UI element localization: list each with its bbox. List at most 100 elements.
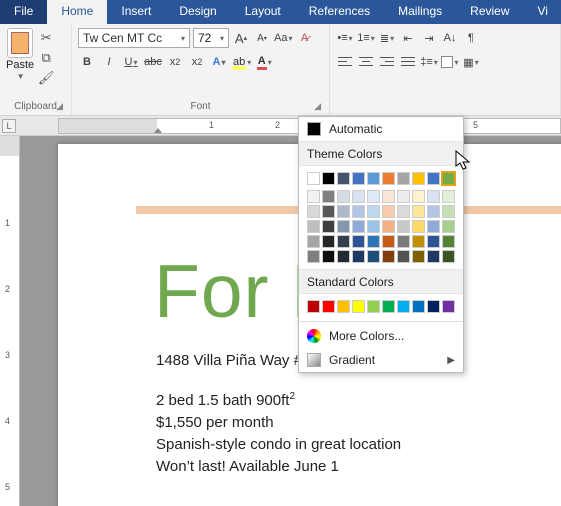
color-swatch[interactable] (367, 172, 380, 185)
color-swatch[interactable] (322, 205, 335, 218)
color-swatch[interactable] (412, 235, 425, 248)
multilevel-list-icon[interactable]: ≣▾ (378, 28, 396, 48)
color-swatch[interactable] (307, 300, 320, 313)
tab-mailings[interactable]: Mailings (384, 0, 456, 24)
color-swatch[interactable] (352, 205, 365, 218)
color-swatch[interactable] (322, 172, 335, 185)
details-block[interactable]: 2 bed 1.5 bath 900ft2 $1,550 per month S… (156, 386, 401, 478)
color-swatch[interactable] (307, 220, 320, 233)
color-swatch[interactable] (382, 300, 395, 313)
color-swatch[interactable] (322, 220, 335, 233)
color-swatch[interactable] (382, 190, 395, 203)
superscript-button[interactable]: x2 (188, 52, 206, 72)
bold-button[interactable]: B (78, 52, 96, 72)
color-swatch[interactable] (307, 250, 320, 263)
color-swatch[interactable] (307, 235, 320, 248)
color-swatch[interactable] (322, 190, 335, 203)
format-painter-icon[interactable]: 🖌 (38, 70, 54, 86)
sort-icon[interactable]: A↓ (441, 28, 459, 48)
color-swatch[interactable] (352, 300, 365, 313)
color-swatch[interactable] (427, 190, 440, 203)
color-swatch[interactable] (397, 205, 410, 218)
tab-insert[interactable]: Insert (107, 0, 165, 24)
color-swatch[interactable] (412, 300, 425, 313)
color-swatch[interactable] (412, 205, 425, 218)
color-swatch[interactable] (367, 190, 380, 203)
color-swatch[interactable] (322, 300, 335, 313)
subscript-button[interactable]: x2 (166, 52, 184, 72)
color-swatch[interactable] (307, 205, 320, 218)
more-colors-item[interactable]: More Colors... (299, 324, 463, 348)
color-swatch[interactable] (397, 190, 410, 203)
clipboard-dialog-launcher-icon[interactable]: ◢ (56, 101, 63, 112)
color-swatch[interactable] (397, 172, 410, 185)
tab-review[interactable]: Review (456, 0, 523, 24)
decrease-indent-icon[interactable]: ⇤ (399, 28, 417, 48)
font-color-button[interactable]: A▾ (255, 52, 273, 72)
shrink-font-icon[interactable]: A▾ (253, 28, 271, 48)
color-swatch[interactable] (382, 250, 395, 263)
paste-button[interactable]: Paste ▼ (6, 28, 34, 81)
color-swatch[interactable] (397, 220, 410, 233)
tab-view-partial[interactable]: Vi (524, 0, 561, 24)
color-swatch[interactable] (352, 190, 365, 203)
align-left-icon[interactable] (336, 52, 354, 72)
color-swatch[interactable] (442, 205, 455, 218)
align-center-icon[interactable] (357, 52, 375, 72)
color-swatch[interactable] (322, 250, 335, 263)
color-swatch[interactable] (352, 235, 365, 248)
color-swatch[interactable] (337, 300, 350, 313)
tab-selector[interactable]: L (2, 119, 16, 133)
color-swatch[interactable] (337, 250, 350, 263)
text-effects-icon[interactable]: A▾ (210, 52, 228, 72)
color-swatch[interactable] (367, 250, 380, 263)
color-swatch[interactable] (352, 250, 365, 263)
color-swatch[interactable] (442, 235, 455, 248)
color-swatch[interactable] (382, 172, 395, 185)
font-size-combo[interactable]: 72▾ (193, 28, 229, 48)
borders-icon[interactable]: ▦▾ (462, 52, 480, 72)
gradient-item[interactable]: Gradient ▶ (299, 348, 463, 372)
italic-button[interactable]: I (100, 52, 118, 72)
color-swatch[interactable] (382, 220, 395, 233)
color-swatch[interactable] (427, 220, 440, 233)
color-swatch[interactable] (427, 172, 440, 185)
color-swatch[interactable] (442, 250, 455, 263)
highlight-color-button[interactable]: ab▾ (232, 52, 251, 72)
color-swatch[interactable] (412, 220, 425, 233)
color-swatch[interactable] (367, 220, 380, 233)
color-swatch[interactable] (412, 172, 425, 185)
color-swatch[interactable] (307, 172, 320, 185)
color-swatch[interactable] (352, 220, 365, 233)
increase-indent-icon[interactable]: ⇥ (420, 28, 438, 48)
tab-home[interactable]: Home (47, 0, 107, 24)
color-swatch[interactable] (337, 235, 350, 248)
grow-font-icon[interactable]: A▴ (232, 28, 250, 48)
color-swatch[interactable] (337, 205, 350, 218)
tab-file[interactable]: File (0, 0, 47, 24)
color-swatch[interactable] (337, 190, 350, 203)
color-swatch[interactable] (442, 220, 455, 233)
align-right-icon[interactable] (378, 52, 396, 72)
paste-dropdown-icon[interactable]: ▼ (17, 72, 25, 81)
color-swatch[interactable] (382, 205, 395, 218)
vertical-ruler[interactable]: 1 2 3 4 5 (0, 136, 20, 506)
color-swatch[interactable] (337, 172, 350, 185)
color-swatch[interactable] (367, 205, 380, 218)
color-swatch[interactable] (352, 172, 365, 185)
tab-references[interactable]: References (295, 0, 384, 24)
strikethrough-button[interactable]: abc (144, 52, 162, 72)
color-swatch[interactable] (397, 300, 410, 313)
cut-icon[interactable]: ✂ (38, 30, 54, 46)
show-marks-icon[interactable]: ¶ (462, 28, 480, 48)
automatic-color-item[interactable]: Automatic (299, 117, 463, 141)
color-swatch[interactable] (412, 190, 425, 203)
color-swatch[interactable] (427, 235, 440, 248)
bullets-icon[interactable]: •≡▾ (336, 28, 354, 48)
font-name-combo[interactable]: Tw Cen MT Cc▾ (78, 28, 190, 48)
color-swatch[interactable] (412, 250, 425, 263)
color-swatch[interactable] (337, 220, 350, 233)
color-swatch[interactable] (367, 235, 380, 248)
color-swatch[interactable] (382, 235, 395, 248)
shading-icon[interactable]: ▾ (441, 52, 459, 72)
